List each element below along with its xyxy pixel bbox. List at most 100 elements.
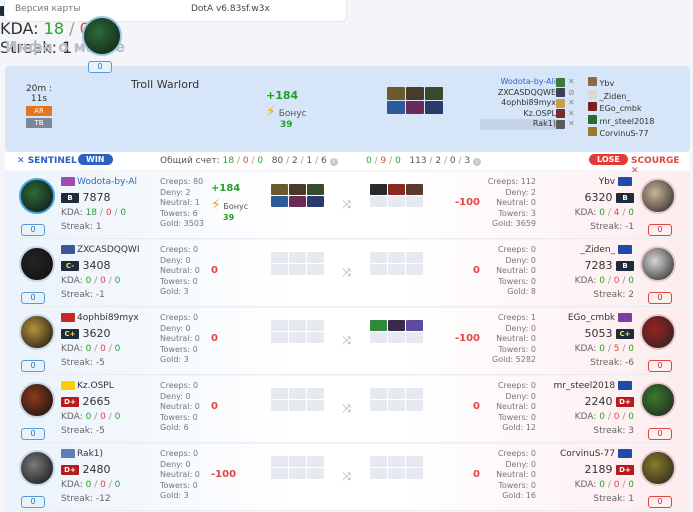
- player-zero-badge[interactable]: 0: [21, 292, 45, 304]
- info-icon[interactable]: i: [329, 158, 338, 166]
- player-link[interactable]: Rak1): [480, 119, 556, 130]
- item-icon[interactable]: [387, 101, 405, 114]
- player-name[interactable]: mr_steel2018: [553, 381, 634, 391]
- player-avatar[interactable]: [19, 178, 55, 214]
- swap-icon[interactable]: ⤨: [342, 198, 351, 212]
- map-version-value: DotA v6.83sf.w3x: [191, 4, 270, 14]
- player-zero-badge[interactable]: 0: [648, 496, 672, 508]
- player-avatar[interactable]: [640, 450, 676, 486]
- map-version-label: Версия карты: [15, 4, 81, 14]
- player-link[interactable]: _Ziden_: [600, 92, 631, 101]
- player-zero-badge[interactable]: 0: [648, 428, 672, 440]
- info-icon[interactable]: i: [473, 158, 482, 166]
- empty-item-slot: [307, 400, 324, 411]
- player-avatar[interactable]: [19, 450, 55, 486]
- empty-item-slot: [307, 456, 324, 467]
- player-zero-badge[interactable]: 0: [648, 224, 672, 236]
- item-icon[interactable]: [425, 87, 443, 100]
- player-name[interactable]: 4ophbi89myx: [61, 313, 139, 323]
- player-avatar[interactable]: [19, 314, 55, 350]
- player-avatar[interactable]: [640, 246, 676, 282]
- item-icon[interactable]: [370, 320, 387, 331]
- player-avatar[interactable]: [640, 382, 676, 418]
- player-name-text[interactable]: _Ziden_: [581, 245, 616, 255]
- player-avatar[interactable]: [640, 314, 676, 350]
- player-link[interactable]: mr_steel2018: [600, 117, 655, 126]
- stat-line: Towers: 0: [498, 276, 536, 286]
- item-icon[interactable]: [388, 184, 405, 195]
- player-name-text[interactable]: CorvinuS-77: [560, 449, 615, 459]
- player-zero-badge[interactable]: 0: [21, 428, 45, 440]
- sentinel-text: SENTINEL: [27, 156, 77, 166]
- hero-zero-badge[interactable]: 0: [88, 61, 112, 73]
- player-name[interactable]: ZXCASDQQWI: [61, 245, 139, 255]
- player-name[interactable]: _Ziden_: [581, 245, 635, 255]
- swap-icon[interactable]: ⤨: [342, 402, 351, 416]
- stat-line: Towers: 0: [160, 344, 198, 354]
- player-zero-badge[interactable]: 0: [21, 224, 45, 236]
- player-link[interactable]: ZXCASDQQWE: [480, 88, 556, 99]
- item-icon[interactable]: [289, 196, 306, 207]
- player-name-text[interactable]: 4ophbi89myx: [77, 313, 139, 323]
- item-icon[interactable]: [406, 184, 423, 195]
- item-icon[interactable]: [307, 196, 324, 207]
- player-link[interactable]: Kz.OSPL: [480, 109, 556, 120]
- player-name[interactable]: Ybv: [599, 177, 634, 187]
- kda-assists: 0: [114, 344, 121, 354]
- item-icon[interactable]: [387, 87, 405, 100]
- swap-icon[interactable]: ⤨: [342, 266, 351, 280]
- item-icon[interactable]: [406, 87, 424, 100]
- player-name-text[interactable]: EGo_cmbk: [568, 313, 615, 323]
- bonus-label: Бонус: [223, 202, 249, 211]
- player-stats: Creeps: 0 Deny: 0 Neutral: 0 Towers: 0 Gold:…: [160, 381, 200, 434]
- item-icon[interactable]: [370, 184, 387, 195]
- player-zero-badge[interactable]: 0: [21, 496, 45, 508]
- bonus-value: 39: [223, 213, 235, 222]
- player-zero-badge[interactable]: 0: [21, 360, 45, 372]
- player-zero-badge[interactable]: 0: [648, 360, 672, 372]
- kda-assists: 0: [628, 480, 634, 490]
- swap-icon[interactable]: ⤨: [342, 334, 351, 348]
- player-name-text[interactable]: mr_steel2018: [553, 381, 615, 391]
- rank-badge: D+: [616, 465, 634, 475]
- player-name[interactable]: EGo_cmbk: [568, 313, 634, 323]
- swap-icon[interactable]: ⤨: [342, 470, 351, 484]
- player-link[interactable]: EGo_cmbk: [600, 104, 642, 113]
- item-icon[interactable]: [388, 320, 405, 331]
- player-link[interactable]: 4ophbi89myx: [480, 98, 556, 109]
- player-name[interactable]: Kz.OSPL: [61, 381, 114, 391]
- player-name[interactable]: Wodota-by-Al: [61, 177, 137, 187]
- player-avatar[interactable]: [19, 246, 55, 282]
- player-name[interactable]: Rak1): [61, 449, 103, 459]
- player-name-text[interactable]: Kz.OSPL: [77, 381, 114, 391]
- empty-item-slot: [370, 400, 387, 411]
- item-icon[interactable]: [289, 184, 306, 195]
- player-name-text[interactable]: Rak1): [77, 449, 103, 459]
- player-link[interactable]: CorvinuS-77: [600, 129, 649, 138]
- item-grid: [271, 456, 324, 479]
- player-link[interactable]: Wodota-by-Ali: [480, 77, 556, 88]
- empty-item-slot: [370, 468, 387, 479]
- item-icon[interactable]: [307, 184, 324, 195]
- kda-deaths: 0: [613, 412, 620, 422]
- player-name[interactable]: CorvinuS-77: [560, 449, 634, 459]
- player-name-text[interactable]: Wodota-by-Al: [77, 177, 137, 187]
- item-icon[interactable]: [425, 101, 443, 114]
- kda-assists: 0: [114, 412, 121, 422]
- player-link[interactable]: Ybv: [600, 79, 615, 88]
- item-icon[interactable]: [271, 184, 288, 195]
- item-icon[interactable]: [406, 320, 423, 331]
- item-icon[interactable]: [271, 196, 288, 207]
- player-stats: Creeps: 80 Deny: 2 Neutral: 1 Towers: 6 Gold…: [160, 177, 204, 230]
- stat-line: Deny: 0: [505, 391, 536, 401]
- player-avatar[interactable]: [19, 382, 55, 418]
- player-avatar[interactable]: [640, 178, 676, 214]
- empty-item-slot: [370, 456, 387, 467]
- player-name-text[interactable]: ZXCASDQQWI: [77, 245, 139, 255]
- player-zero-badge[interactable]: 0: [648, 292, 672, 304]
- hero-avatar[interactable]: [82, 16, 122, 56]
- player-name-text[interactable]: Ybv: [599, 177, 616, 187]
- player-rating: D+ 2665: [61, 395, 111, 408]
- empty-item-slot: [406, 196, 423, 207]
- item-icon[interactable]: [406, 101, 424, 114]
